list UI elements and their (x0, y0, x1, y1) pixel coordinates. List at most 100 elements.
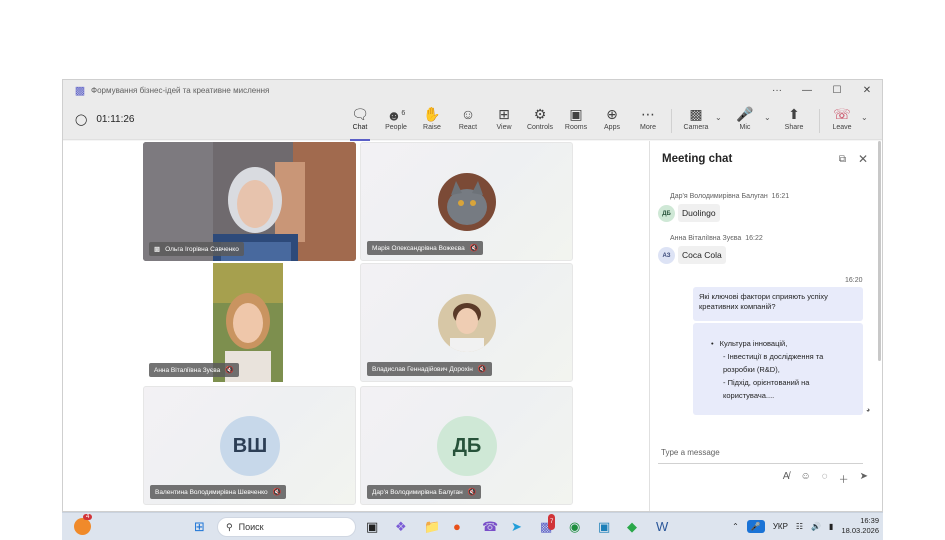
sticker-icon[interactable]: ◌ (822, 471, 828, 486)
attach-plus-icon[interactable]: ＋ (839, 471, 849, 486)
start-windows-icon[interactable]: ⊞ (194, 519, 205, 535)
controls-icon: ⚙ (533, 106, 547, 122)
mic-button[interactable]: 🎤 Mic (726, 105, 764, 137)
chrome-icon[interactable]: ◉ (569, 519, 580, 535)
participant-name-tag: Анна Віталіївна Зуєва 🔇 (149, 363, 239, 377)
battery-icon[interactable]: ▮ (829, 522, 833, 531)
notification-badge: 4 (83, 514, 93, 520)
camera-chevron-down-icon[interactable]: ⌄ (715, 113, 722, 122)
taskbar-search-box[interactable]: ⚲ Поиск (217, 517, 356, 537)
message-meta: Анна Віталіївна Зуєва 16:22 (670, 235, 763, 242)
participant-name-tag: Валентина Володимирівна Шевченко 🔇 (150, 485, 287, 499)
input-language[interactable]: УКР (773, 522, 788, 531)
raise-hand-button[interactable]: ✋ Raise (413, 105, 451, 137)
chat-message[interactable]: Coca Cola (678, 246, 726, 264)
shield-icon: ◯ (75, 114, 88, 126)
close-icon[interactable]: ✕ (852, 80, 882, 101)
meeting-toolbar: ◯ 01:11:26 🗨 Chat ☻6 People ✋ Raise ☺ Re… (63, 101, 882, 141)
message-meta: Дар'я Володимирівна Балуган 16:21 (670, 193, 790, 200)
toolbar-divider (819, 109, 820, 133)
firefox-icon[interactable]: ● (453, 519, 461, 535)
participant-name-tag: ▩ Ольга Ігорівна Савченко (149, 242, 244, 256)
telegram-icon[interactable]: ➤ (511, 519, 522, 535)
video-stage: ▩ Ольга Ігорівна Савченко Марія Олександ… (63, 141, 649, 511)
ellipsis-icon: ⋯ (641, 106, 655, 122)
teams-badge: 7 (548, 514, 556, 530)
grid-icon: ⊞ (498, 106, 510, 122)
pop-out-icon[interactable]: ⧉ (839, 154, 846, 165)
camera-icon: ▩ (689, 106, 703, 122)
window-title: Формування бізнес-ідей та креативне мисл… (91, 86, 270, 95)
chat-message[interactable]: Duolingo (678, 204, 720, 222)
teams-meeting-window: ▩ Формування бізнес-ідей та креативне ми… (62, 79, 883, 512)
people-count: 6 (401, 110, 406, 117)
participant-video-tile[interactable]: ДБ Дар'я Володимирівна Балуган 🔇 (360, 386, 573, 505)
mic-muted-icon: 🔇 (272, 489, 282, 496)
windows-taskbar: 4 ⊞ ⚲ Поиск ▣ ❖ 📁 ● ☎ ➤ ▩ 7 ◉ ▣ ◆ W ⌃ 🎤 … (62, 512, 883, 540)
teams-taskbar-icon[interactable]: ▩ 7 (540, 514, 556, 535)
widgets-icon[interactable]: 4 (74, 514, 93, 535)
more-button[interactable]: ⋯ More (629, 105, 667, 137)
minimize-icon[interactable]: — (792, 80, 822, 101)
message-input[interactable] (658, 442, 863, 464)
people-button[interactable]: ☻6 People (377, 105, 415, 137)
controls-button[interactable]: ⚙ Controls (521, 105, 559, 137)
elapsed-time: 01:11:26 (96, 114, 135, 125)
participant-avatar-initials: ДБ (437, 416, 497, 476)
taskbar-clock[interactable]: 16:39 18.03.2026 (841, 516, 879, 536)
microphone-icon[interactable]: 🎤 (746, 519, 765, 533)
wifi-icon[interactable]: ☷ (796, 522, 803, 531)
camera-button[interactable]: ▩ Camera (677, 105, 715, 137)
rooms-button[interactable]: ▣ Rooms (557, 105, 595, 137)
task-view-icon[interactable]: ▣ (366, 519, 378, 535)
title-bar: ▩ Формування бізнес-ідей та креативне ми… (63, 80, 882, 101)
mic-muted-icon: 🔇 (477, 366, 487, 373)
word-icon[interactable]: W (656, 519, 668, 535)
app-icon[interactable]: ◆ (627, 519, 637, 535)
view-button[interactable]: ⊞ View (485, 105, 523, 137)
answer-line: - Інвестиції в дослідження та розробки (… (723, 352, 824, 374)
react-button[interactable]: ☺ React (449, 105, 487, 137)
participant-avatar-photo (438, 294, 496, 352)
participant-video-tile[interactable]: Марія Олександрівна Вожеєва 🔇 (360, 142, 573, 261)
participant-video-tile[interactable]: Владислав Геннадійович Дорохін 🔇 (360, 263, 573, 382)
share-button[interactable]: ⬆ Share (775, 105, 813, 137)
answer-line: - Підхід, орієнтований на користувача...… (723, 378, 810, 400)
message-avatar: ДБ (658, 205, 675, 222)
chat-scrollbar[interactable] (878, 141, 881, 361)
format-text-icon[interactable]: A̸ (783, 471, 790, 486)
signal-bars-icon: ▩ (154, 246, 161, 253)
apps-plus-icon: ⊕ (606, 106, 618, 122)
message-avatar: АЗ (658, 247, 675, 264)
mic-muted-icon: 🔇 (467, 489, 477, 496)
app-icon[interactable]: ▣ (598, 519, 610, 535)
chevron-up-icon[interactable]: ⌃ (732, 522, 739, 531)
viber-icon[interactable]: ☎ (482, 519, 498, 535)
participant-video-tile[interactable]: ВШ Валентина Володимирівна Шевченко 🔇 (143, 386, 356, 505)
maximize-icon[interactable]: ☐ (822, 80, 852, 101)
leave-button[interactable]: ☏ Leave (823, 105, 861, 137)
people-icon: ☻6 (386, 107, 406, 124)
participant-video-tile[interactable]: ▩ Ольга Ігорівна Савченко (143, 142, 356, 261)
chat-panel-title: Meeting chat (662, 153, 733, 165)
window-controls: ··· — ☐ ✕ (762, 80, 882, 101)
copilot-icon[interactable]: ❖ (395, 519, 407, 535)
more-options-icon[interactable]: ··· (762, 80, 792, 101)
participant-name-tag: Дар'я Володимирівна Балуган 🔇 (367, 485, 482, 499)
mic-chevron-down-icon[interactable]: ⌄ (764, 113, 771, 122)
file-explorer-icon[interactable]: 📁 (424, 519, 440, 535)
send-icon[interactable]: ➤ (860, 471, 868, 486)
chat-button[interactable]: 🗨 Chat (341, 105, 379, 141)
close-chat-icon[interactable]: ✕ (858, 152, 868, 166)
participant-video-tile[interactable]: Анна Віталіївна Зуєва 🔇 (143, 263, 356, 382)
apps-button[interactable]: ⊕ Apps (593, 105, 631, 137)
my-question-message[interactable]: Які ключові фактори сприяють успіху креа… (693, 287, 863, 321)
volume-icon[interactable]: 🔊 (811, 522, 821, 531)
smiley-icon: ☺ (460, 106, 476, 122)
my-answer-message[interactable]: • Культура інновацій, - Інвестиції в дос… (693, 323, 863, 415)
phone-hangup-icon: ☏ (833, 106, 851, 122)
system-tray: ⌃ 🎤 УКР ☷ 🔊 ▮ 16:39 18.03.2026 (732, 516, 879, 536)
leave-chevron-down-icon[interactable]: ⌄ (861, 113, 868, 122)
toolbar-divider (671, 109, 672, 133)
emoji-icon[interactable]: ☺ (800, 471, 810, 486)
